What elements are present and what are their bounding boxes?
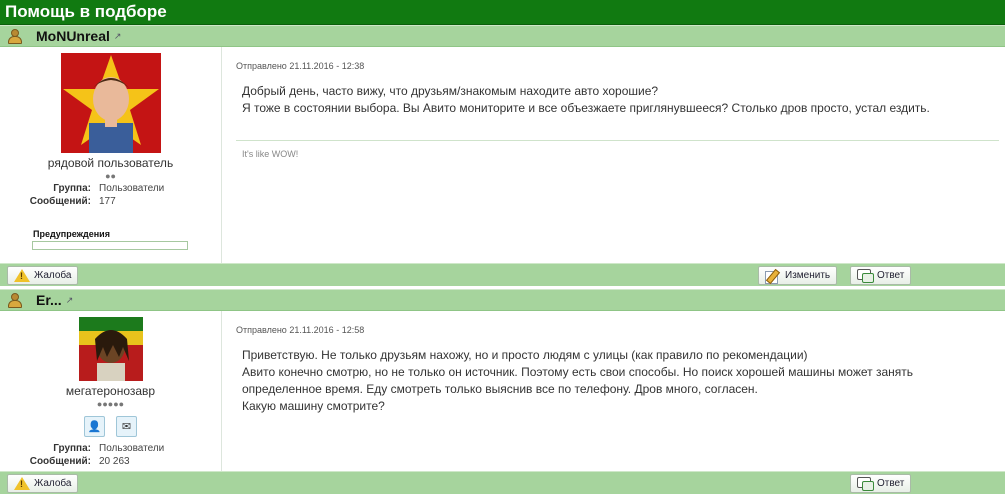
edit-button[interactable]: Изменить: [758, 266, 838, 285]
post: MoNUnreal ↗ рядовой пользователь ●● Груп…: [0, 25, 1005, 286]
post-date: Отправлено 21.11.2016 - 12:58: [236, 325, 365, 335]
author-name-link[interactable]: MoNUnreal: [36, 28, 110, 44]
post-line: Приветствую. Не только друзьям нахожу, н…: [242, 348, 808, 362]
post-line: Какую машину смотрите?: [242, 399, 385, 413]
post-text: Приветствую. Не только друзьям нахожу, н…: [236, 347, 1005, 415]
group-value: Пользователи: [99, 183, 165, 194]
post-action-bar: Жалоба Ответ: [0, 471, 1005, 494]
posts-count-row: Сообщений: 177: [0, 196, 221, 207]
user-rank: рядовой пользователь: [47, 156, 174, 170]
author-info: рядовой пользователь ●● Группа: Пользова…: [0, 47, 222, 263]
post-line: Я тоже в состоянии выбора. Вы Авито мони…: [242, 101, 930, 115]
report-button-label: Жалоба: [34, 478, 72, 489]
warnings-bar: [32, 241, 188, 250]
author-info: мегатеронозавр ●●●●● 👤 ✉ Группа: Пользов…: [0, 311, 222, 471]
profile-popup-icon[interactable]: ↗: [66, 295, 74, 306]
post-line: определенное время. Еду смотреть только …: [242, 382, 758, 396]
reply-button[interactable]: Ответ: [850, 266, 912, 285]
rank-pips: ●●: [105, 171, 116, 181]
post-action-bar: Жалоба Изменить Ответ: [0, 263, 1005, 286]
warnings-label: Предупреждения: [33, 229, 110, 239]
group-label: Группа:: [53, 183, 91, 194]
author-name-link[interactable]: Er...: [36, 292, 62, 308]
user-rank: мегатеронозавр: [65, 384, 156, 398]
reply-button-label: Ответ: [877, 270, 905, 281]
reply-button-label: Ответ: [877, 478, 905, 489]
warning-icon: [14, 269, 30, 282]
post-date: Отправлено 21.11.2016 - 12:38: [236, 61, 365, 71]
author-bar: MoNUnreal ↗: [0, 25, 1005, 47]
add-friend-icon[interactable]: 👤: [84, 416, 105, 437]
post-content: Отправлено 21.11.2016 - 12:38 Добрый ден…: [222, 47, 1005, 263]
post-text: Добрый день, часто вижу, что друзьям/зна…: [236, 83, 1005, 117]
posts-count-label: Сообщений:: [29, 196, 91, 207]
posts-count-row: Сообщений: 20 263: [0, 456, 221, 467]
reply-button[interactable]: Ответ: [850, 474, 912, 493]
posts-count-value: 177: [99, 196, 116, 207]
posts-count-label: Сообщений:: [29, 456, 91, 467]
group-label: Группа:: [53, 443, 91, 454]
group-row: Группа: Пользователи: [0, 183, 221, 194]
user-icon: [6, 293, 22, 308]
post-line: Авито конечно смотрю, но не только он ис…: [242, 365, 914, 379]
posts-count-value: 20 263: [99, 456, 130, 467]
reply-icon: [857, 476, 874, 491]
reply-icon: [857, 268, 874, 283]
group-row: Группа: Пользователи: [0, 443, 221, 454]
report-button[interactable]: Жалоба: [7, 266, 79, 285]
author-bar: Er... ↗: [0, 289, 1005, 311]
report-button[interactable]: Жалоба: [7, 474, 79, 493]
post-content: Отправлено 21.11.2016 - 12:58 Приветству…: [222, 311, 1005, 471]
avatar[interactable]: [60, 53, 161, 153]
warning-icon: [14, 477, 30, 490]
group-value: Пользователи: [99, 443, 165, 454]
send-message-icon[interactable]: ✉: [116, 416, 137, 437]
topic-title: Помощь в подборе: [0, 0, 1005, 25]
user-icon: [6, 29, 22, 44]
post-line: Добрый день, часто вижу, что друзьям/зна…: [242, 84, 659, 98]
signature: It's like WOW!: [236, 140, 999, 159]
edit-icon: [765, 268, 781, 284]
rank-pips: ●●●●●: [96, 399, 125, 409]
edit-button-label: Изменить: [785, 270, 831, 281]
avatar[interactable]: [78, 317, 143, 381]
report-button-label: Жалоба: [34, 270, 72, 281]
post: Er... ↗ мегатеронозавр ●●●●● 👤 ✉ Группа:…: [0, 289, 1005, 494]
profile-popup-icon[interactable]: ↗: [114, 31, 122, 42]
